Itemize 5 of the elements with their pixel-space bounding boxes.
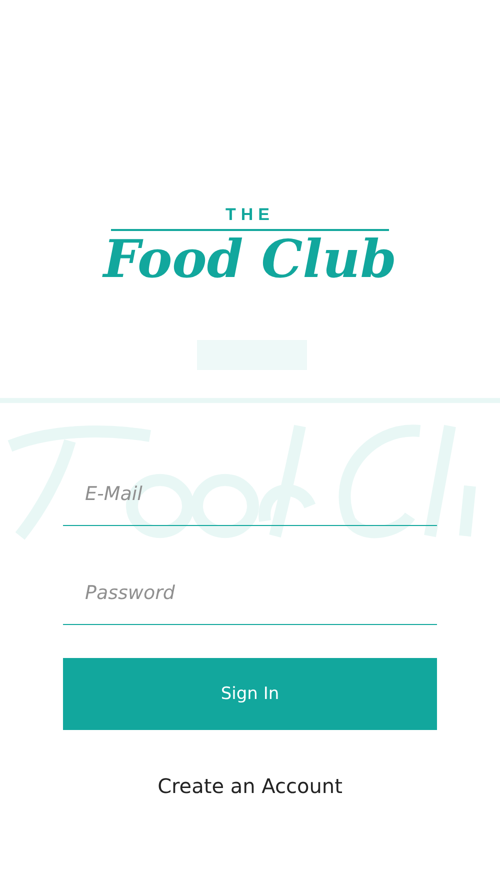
password-field[interactable]: Password: [63, 561, 437, 625]
email-field[interactable]: E-Mail: [63, 462, 437, 526]
logo-text: Food Club: [103, 231, 397, 288]
create-account-link[interactable]: Create an Account: [158, 774, 342, 798]
logo-text: THE: [226, 205, 274, 225]
